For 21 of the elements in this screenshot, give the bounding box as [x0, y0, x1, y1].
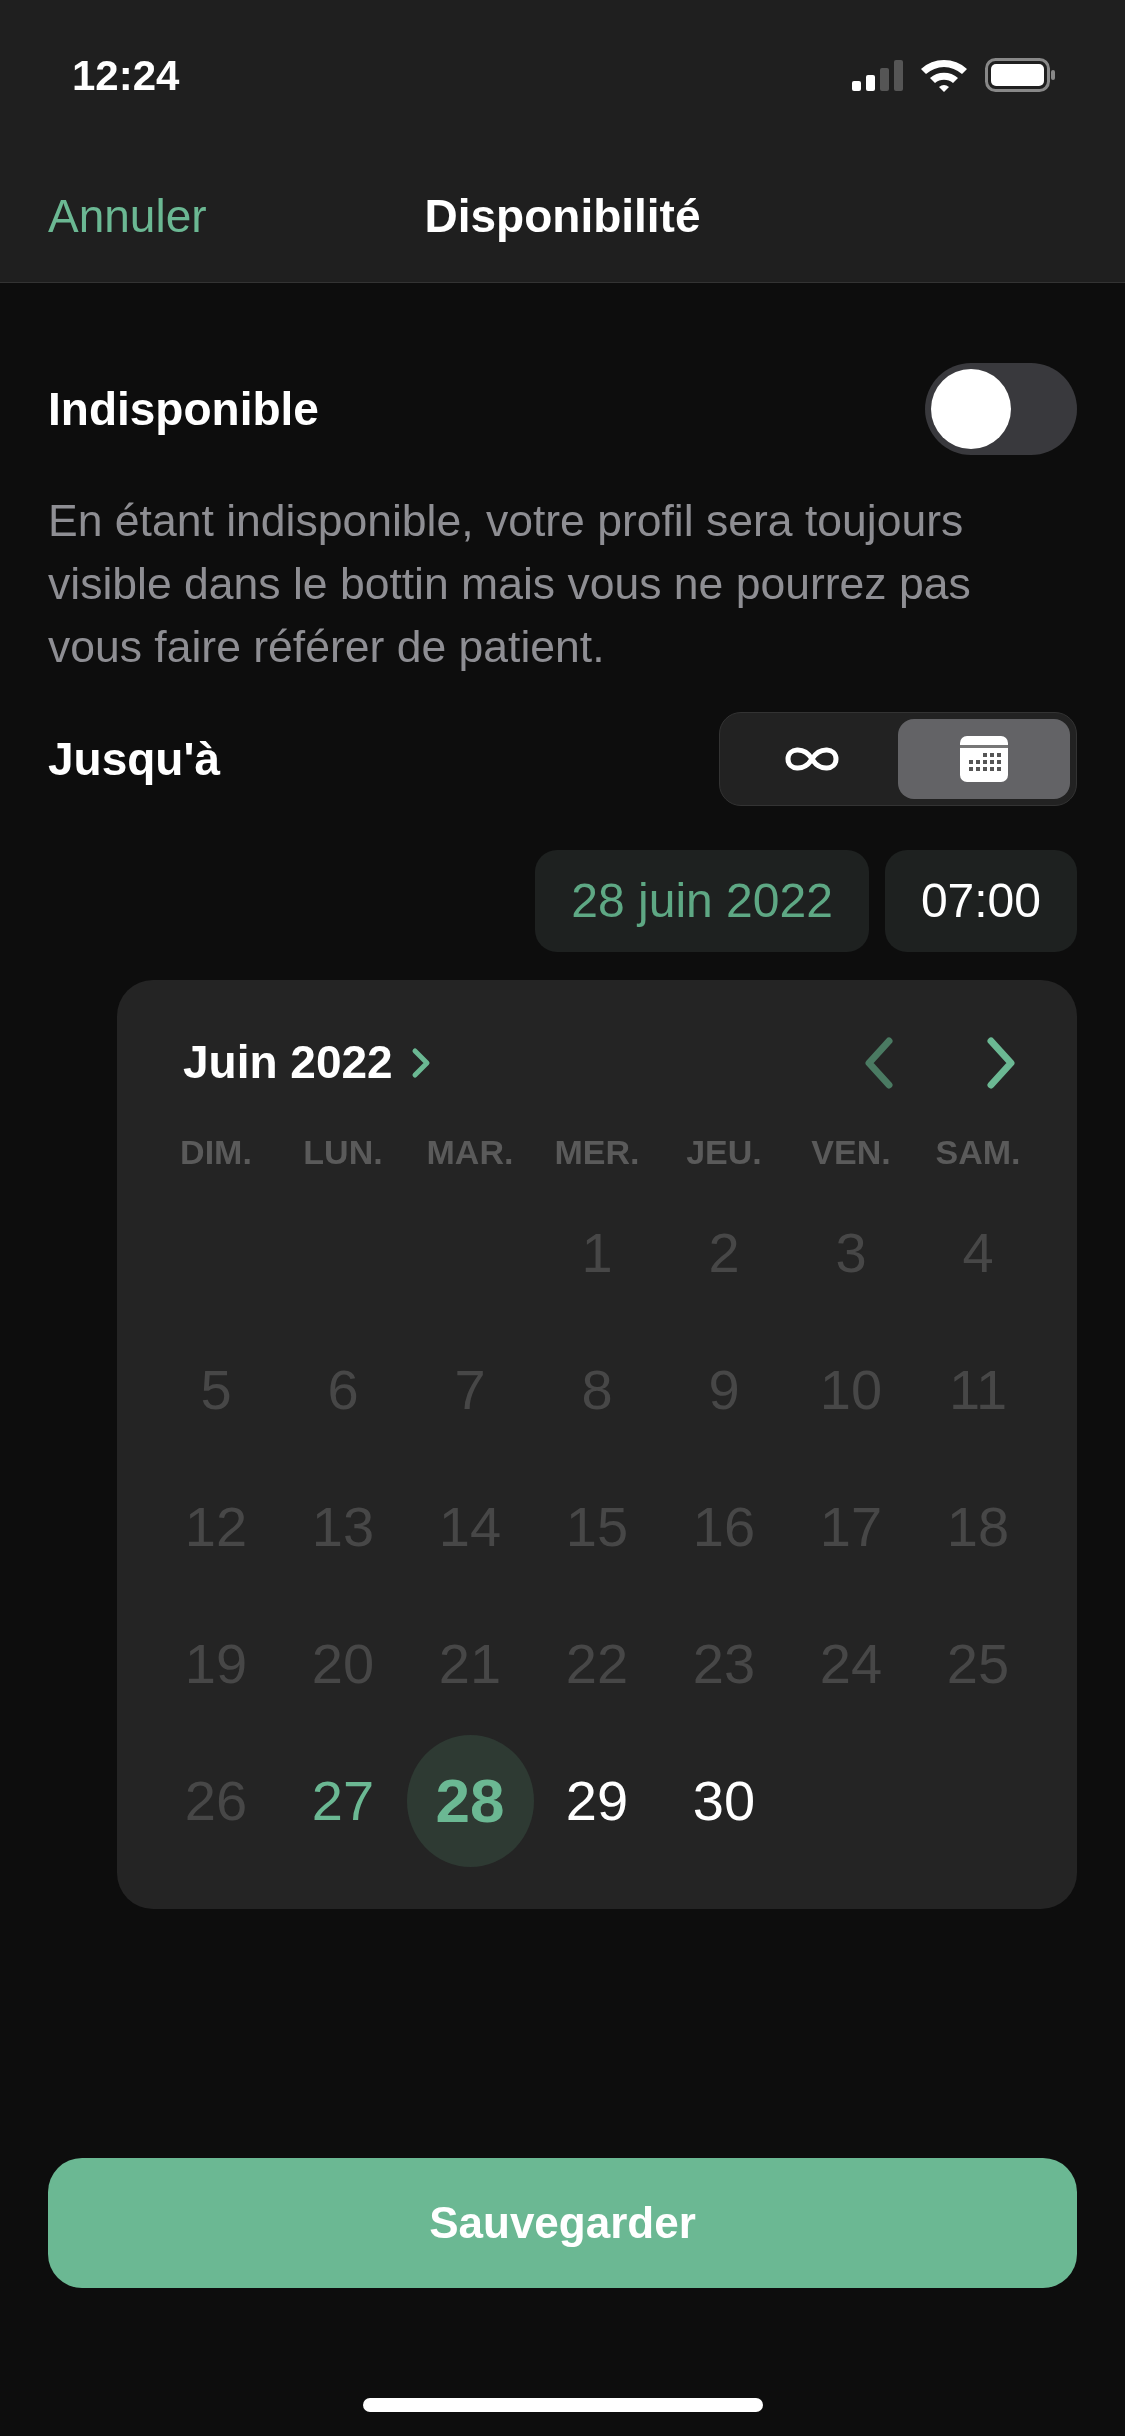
screen-title: Disponibilité — [424, 189, 701, 242]
calendar-day[interactable]: 29 — [533, 1734, 661, 1867]
date-field[interactable]: 28 juin 2022 — [535, 850, 869, 952]
calendar-icon — [958, 734, 1010, 784]
cancel-button[interactable]: Annuler — [48, 181, 207, 251]
status-time: 12:24 — [72, 50, 180, 101]
time-field[interactable]: 07:00 — [884, 850, 1077, 952]
wifi-icon — [919, 57, 969, 93]
chevron-right-icon — [410, 1046, 431, 1079]
description-text: En étant indisponible, votre profil sera toujours visible dans le bottin mais vous ne pourrez pas vous faire référer de patient. — [48, 495, 972, 673]
calendar-day[interactable]: 28 — [406, 1734, 534, 1867]
chevron-right-icon — [985, 1036, 1017, 1089]
calendar-day[interactable]: 27 — [279, 1734, 407, 1867]
battery-icon — [985, 58, 1055, 92]
until-label: Jusqu'à — [48, 731, 220, 787]
segment-tab[interactable] — [898, 719, 1070, 799]
chevron-left-icon — [863, 1036, 895, 1089]
unavailable-label: Indisponible — [48, 381, 319, 437]
calendar-day[interactable]: 30 — [660, 1734, 788, 1867]
signal-icon — [852, 59, 903, 91]
month-picker-button[interactable]: Juin 2022 — [137, 1028, 431, 1097]
